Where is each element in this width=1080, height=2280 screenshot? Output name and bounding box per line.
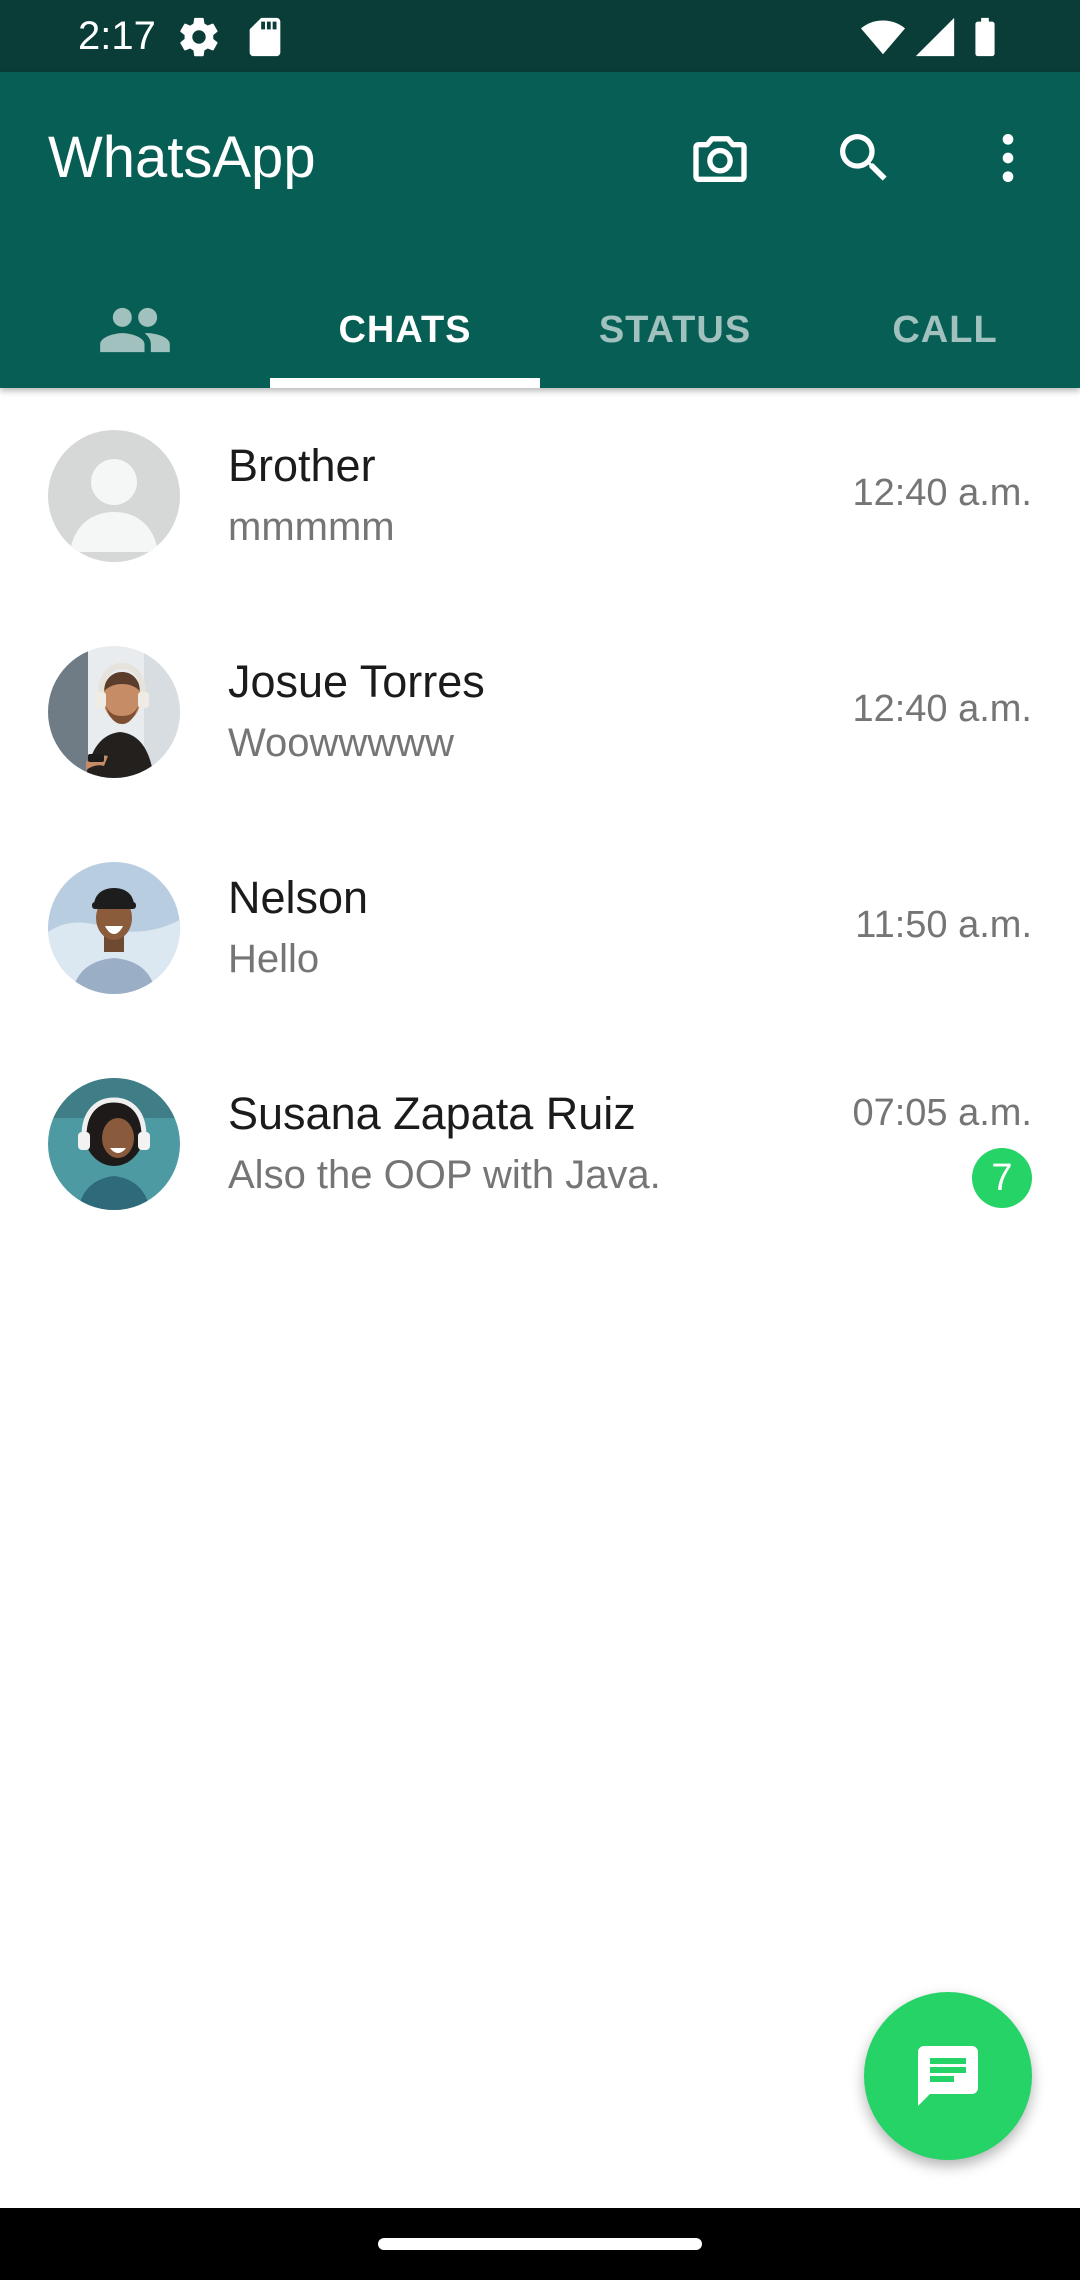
new-chat-button[interactable] [864, 1992, 1032, 2160]
chat-preview: Hello [228, 937, 320, 981]
community-icon [100, 307, 170, 353]
new-chat-icon [918, 2046, 978, 2106]
tab-chats[interactable]: CHATS [270, 272, 540, 388]
chat-preview: Woowwwww [228, 721, 454, 765]
app-screen: 2:17 WhatsApp CHATS STATUS CALL Brother … [0, 0, 1080, 2280]
tab-bar: CHATS STATUS CALL [0, 272, 1080, 388]
avatar-photo[interactable] [48, 862, 180, 994]
tab-call[interactable]: CALL [810, 272, 1080, 388]
chat-time: 12:40 a.m. [852, 688, 1032, 730]
chat-name: Josue Torres [228, 656, 485, 707]
avatar-photo[interactable] [48, 646, 180, 778]
status-time: 2:17 [78, 14, 156, 58]
signal-icon [912, 14, 958, 60]
chat-time: 07:05 a.m. [852, 1092, 1032, 1134]
tab-status-label: STATUS [598, 308, 752, 351]
more-options-button[interactable] [972, 122, 1044, 194]
chat-list: Brother mmmmm 12:40 a.m. Josue Torres Wo… [0, 388, 1080, 1252]
camera-button[interactable] [684, 122, 756, 194]
unread-count-badge: 7 [972, 1148, 1032, 1208]
avatar-photo[interactable] [48, 1078, 180, 1210]
battery-icon [962, 14, 1008, 60]
system-navigation-bar [0, 2208, 1080, 2280]
chat-preview: mmmmm [228, 505, 395, 549]
tab-call-label: CALL [892, 308, 998, 351]
tab-community[interactable] [0, 272, 270, 388]
status-bar: 2:17 [0, 0, 1080, 72]
chat-time: 12:40 a.m. [852, 472, 1032, 514]
search-icon [840, 134, 887, 181]
chat-time: 11:50 a.m. [855, 904, 1032, 946]
chat-name: Brother [228, 440, 376, 491]
tab-status[interactable]: STATUS [540, 272, 810, 388]
sd-card-icon [242, 14, 288, 60]
wifi-icon [860, 14, 906, 60]
chat-row-nelson[interactable]: Nelson Hello 11:50 a.m. [0, 820, 1080, 1036]
settings-icon [176, 14, 222, 60]
chat-name: Nelson [228, 872, 369, 923]
chat-row-brother[interactable]: Brother mmmmm 12:40 a.m. [0, 388, 1080, 604]
home-gesture-handle[interactable] [378, 2238, 702, 2250]
app-bar: WhatsApp CHATS STATUS CALL [0, 72, 1080, 388]
tab-active-indicator [270, 378, 540, 388]
search-button[interactable] [828, 122, 900, 194]
tab-chats-label: CHATS [338, 308, 472, 351]
app-title: WhatsApp [48, 125, 316, 190]
chat-preview: Also the OOP with Java. [228, 1153, 661, 1197]
chat-row-susana-zapata-ruiz[interactable]: Susana Zapata Ruiz Also the OOP with Jav… [0, 1036, 1080, 1252]
more-vert-icon [1002, 134, 1014, 182]
avatar-default[interactable] [48, 430, 180, 562]
chat-row-josue-torres[interactable]: Josue Torres Woowwwww 12:40 a.m. [0, 604, 1080, 820]
chat-name: Susana Zapata Ruiz [228, 1088, 636, 1139]
camera-icon [693, 136, 747, 182]
